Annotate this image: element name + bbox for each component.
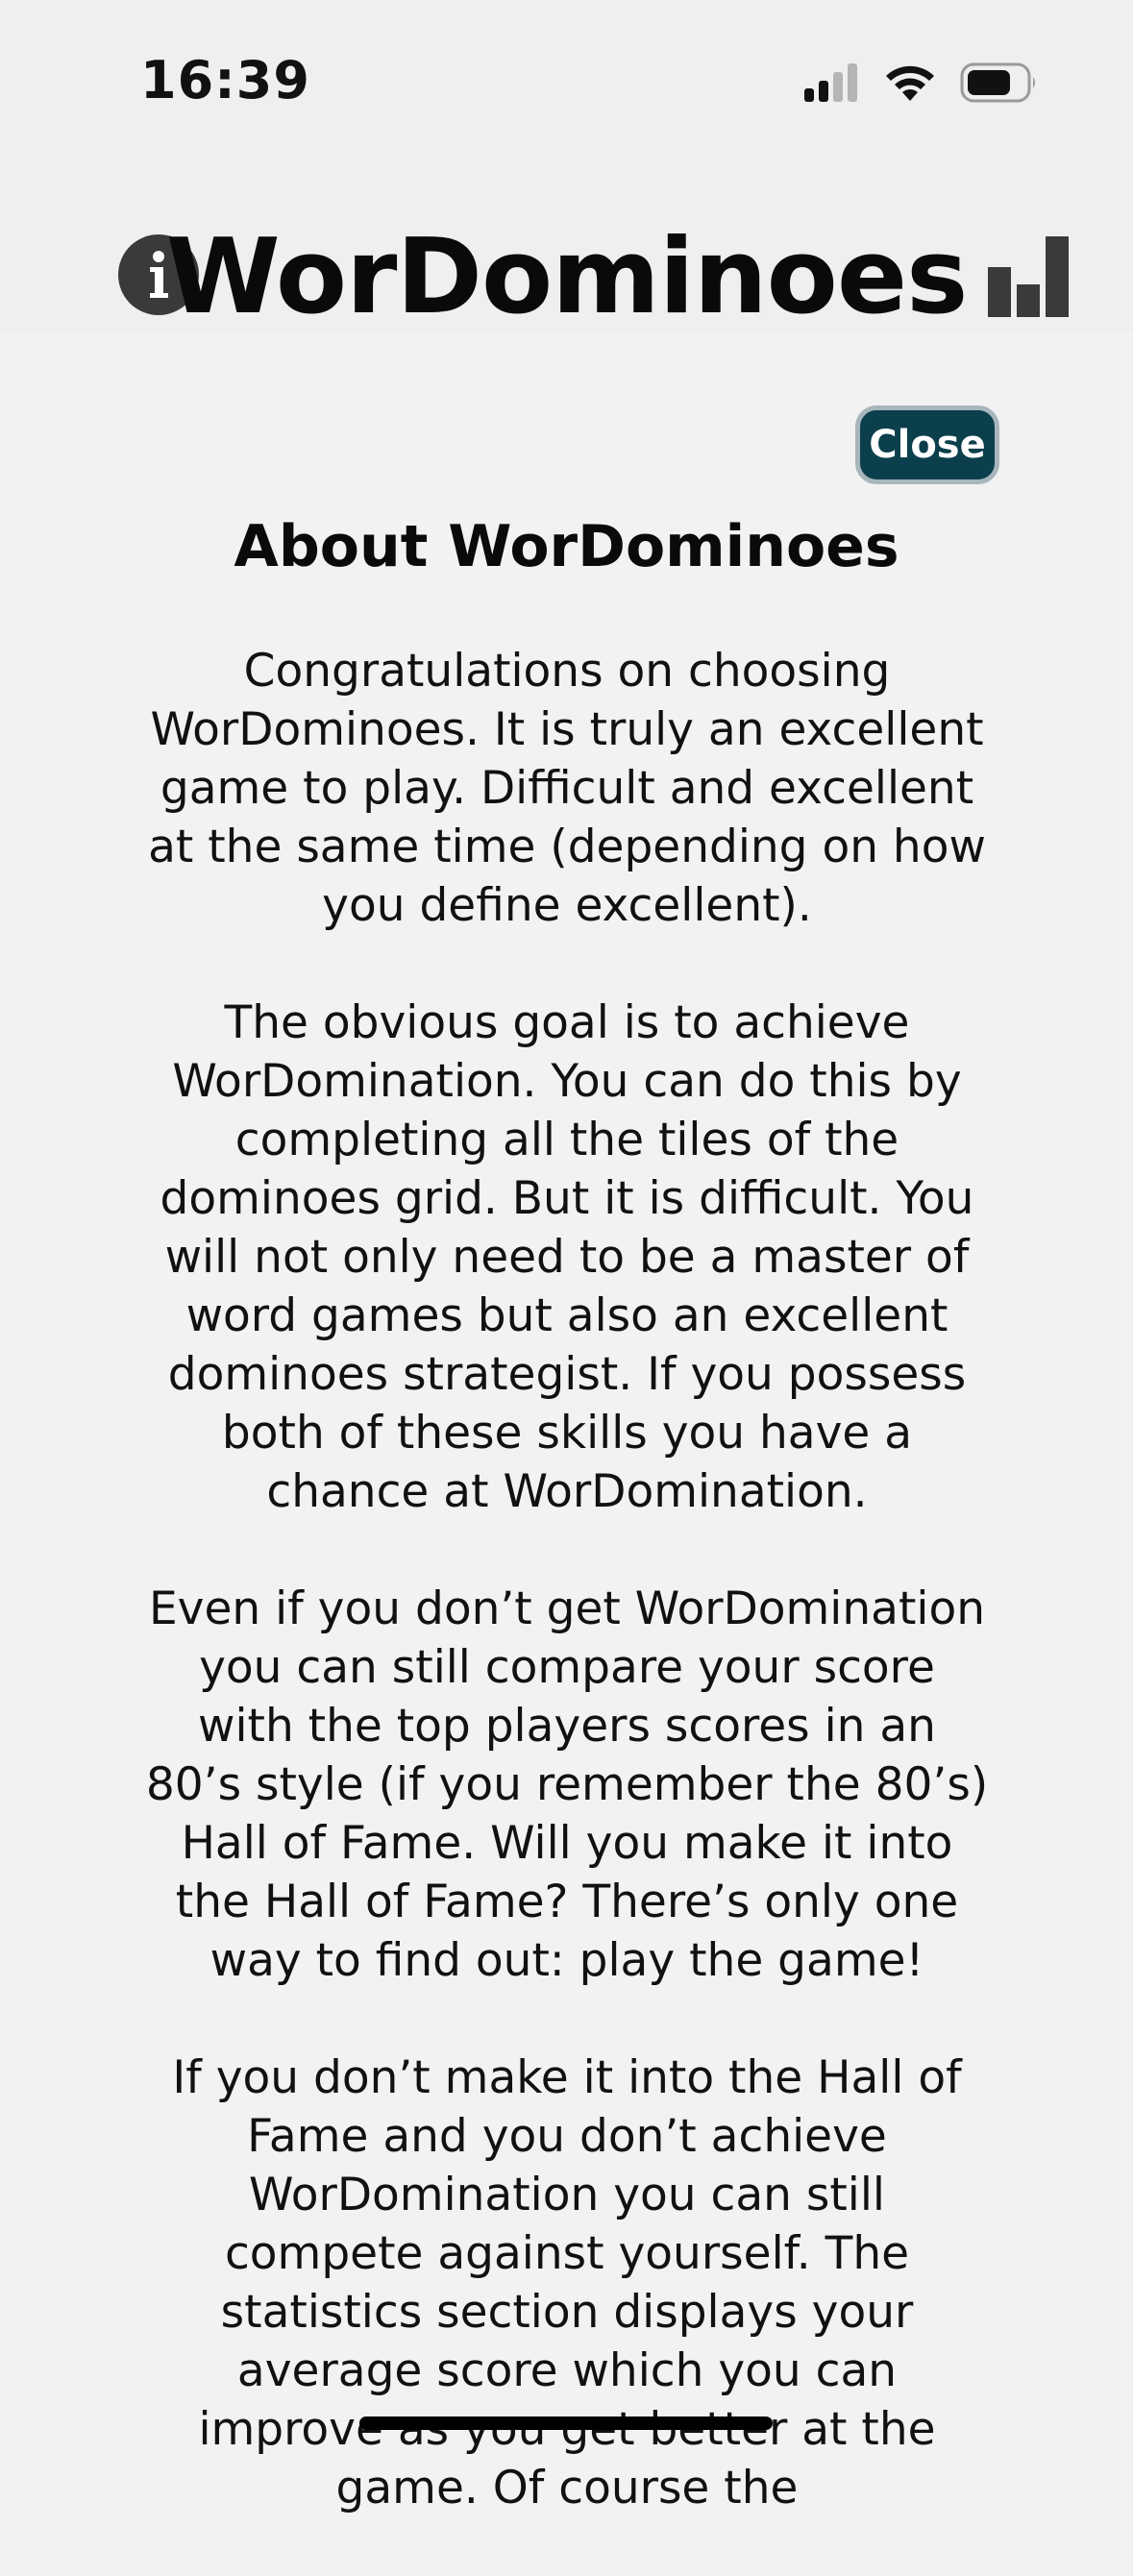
wifi-icon — [886, 65, 934, 101]
about-paragraph: Even if you don’t get WorDomination you … — [145, 1582, 989, 1987]
close-button[interactable]: Close — [855, 405, 999, 484]
status-icons — [804, 60, 1039, 106]
about-paragraph: The obvious goal is to achieve WorDomina… — [160, 996, 974, 1518]
app-title: WorDominoes — [165, 217, 969, 337]
about-paragraph: If you don’t make it into the Hall of Fa… — [172, 2051, 962, 2515]
app-header: WorDominoes — [0, 173, 1133, 331]
about-modal: Close About WorDominoes Congratulations … — [0, 331, 1133, 2515]
stats-bar-chart-icon[interactable] — [988, 236, 1071, 317]
status-time: 16:39 — [140, 50, 310, 110]
about-body: Congratulations on choosing WorDominoes.… — [144, 642, 990, 2576]
cellular-signal-icon — [804, 63, 857, 102]
home-indicator[interactable] — [359, 2417, 773, 2430]
about-title: About WorDominoes — [234, 513, 899, 580]
about-paragraph: Congratulations on choosing WorDominoes.… — [148, 645, 986, 932]
battery-icon — [960, 62, 1035, 103]
status-bar: 16:39 — [0, 0, 1133, 173]
